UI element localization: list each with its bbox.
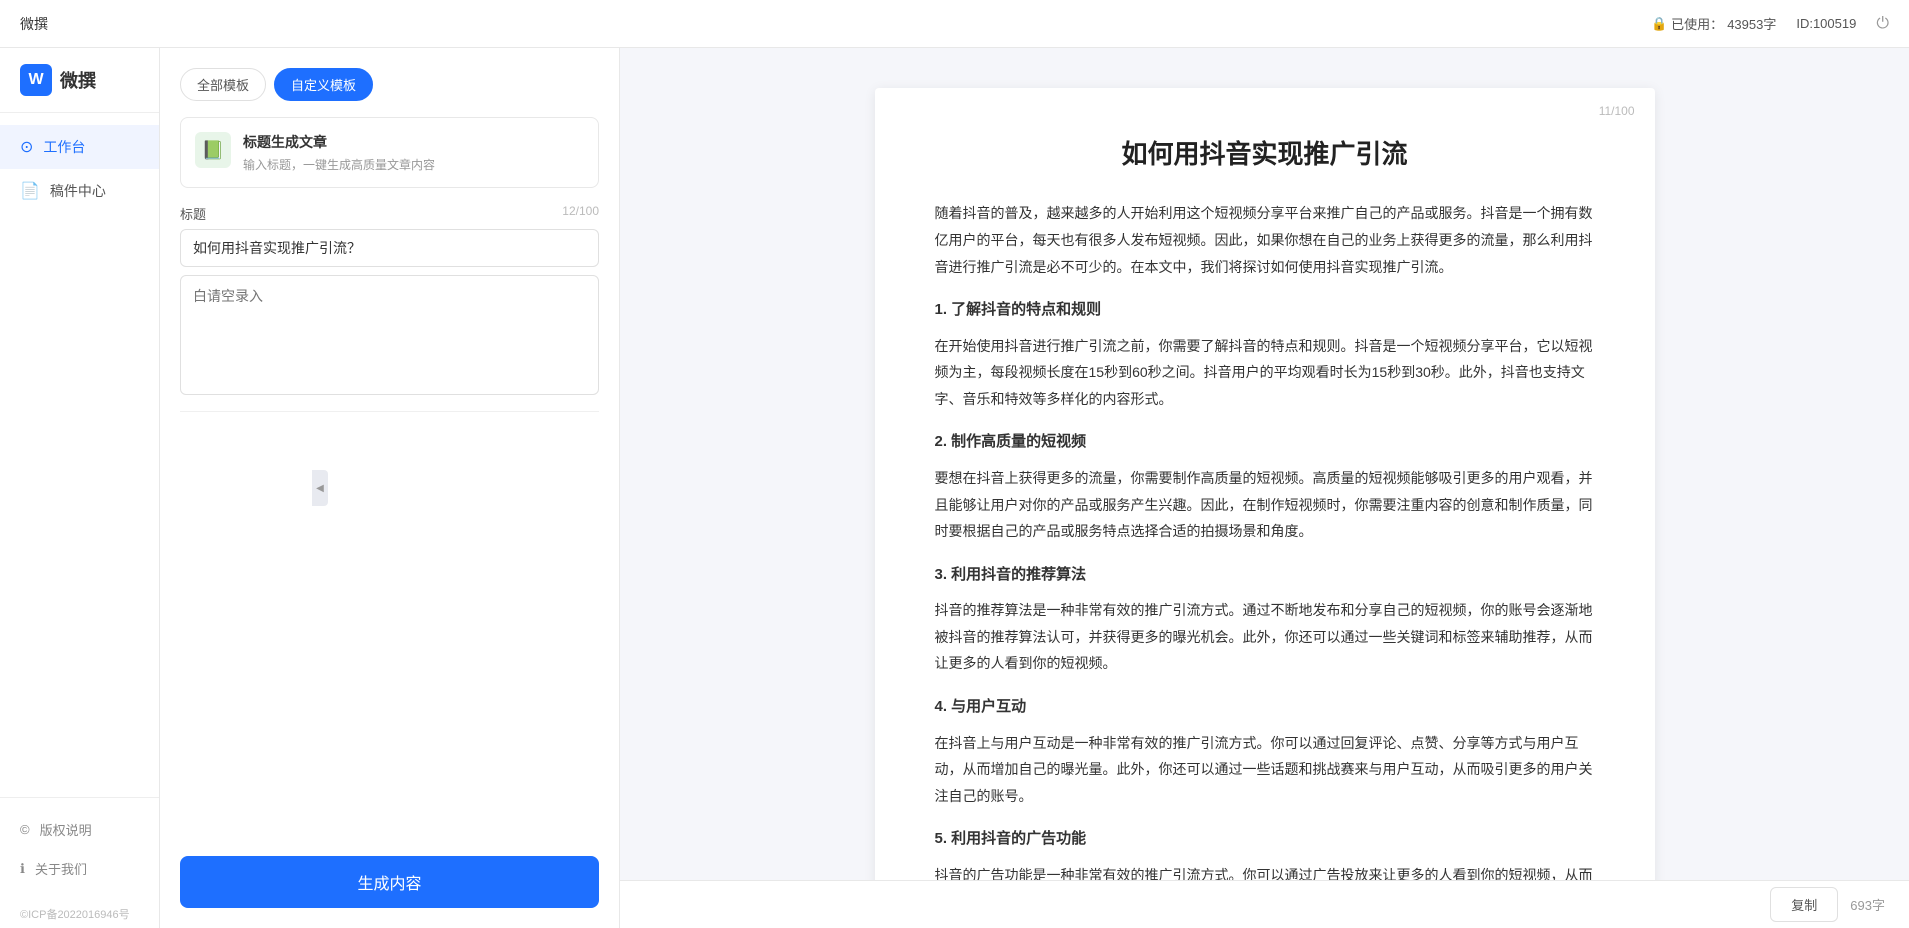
content-textarea[interactable] — [180, 275, 599, 395]
icp-text: ©ICP备2022016946号 — [0, 900, 159, 928]
article-intro: 随着抖音的普及，越来越多的人开始利用这个短视频分享平台来推广自己的产品或服务。抖… — [935, 200, 1595, 280]
section-title-3: 3. 利用抖音的推荐算法 — [935, 561, 1595, 590]
collapse-button[interactable]: ◀ — [312, 470, 328, 506]
about-label: 关于我们 — [35, 859, 87, 878]
template-name: 标题生成文章 — [243, 132, 584, 152]
sidebar-logo: W 微撰 — [0, 48, 159, 113]
section-title-5: 5. 利用抖音的广告功能 — [935, 825, 1595, 854]
title-field-label: 标题 12/100 — [180, 204, 599, 223]
sidebar-item-copyright[interactable]: © 版权说明 — [0, 810, 159, 849]
content-area: ◀ 全部模板 自定义模板 📗 标题生成文章 输入标题，一键生成高质量文章内容 标… — [160, 48, 1909, 928]
article-para-3: 抖音的推荐算法是一种非常有效的推广引流方式。通过不断地发布和分享自己的短视频，你… — [935, 597, 1595, 677]
sidebar-footer: © 版权说明 ℹ 关于我们 — [0, 797, 159, 900]
article-body: 随着抖音的普及，越来越多的人开始利用这个短视频分享平台来推广自己的产品或服务。抖… — [935, 200, 1595, 880]
id-info: ID:100519 — [1796, 16, 1856, 31]
usage-count: 43953字 — [1727, 14, 1776, 33]
copy-button[interactable]: 复制 — [1770, 887, 1838, 922]
sidebar-nav: ⊙ 工作台 📄 稿件中心 — [0, 113, 159, 225]
divider — [180, 411, 599, 412]
sidebar-item-label-workbench: 工作台 — [43, 137, 85, 157]
sidebar-item-about[interactable]: ℹ 关于我们 — [0, 849, 159, 888]
lock-icon: 🔒 — [1651, 16, 1667, 32]
sidebar-item-drafts[interactable]: 📄 稿件中心 — [0, 169, 159, 213]
power-icon[interactable]: ⏻ — [1876, 15, 1889, 33]
article-page: 11/100 如何用抖音实现推广引流 随着抖音的普及，越来越多的人开始利用这个短… — [875, 88, 1655, 880]
copyright-label: 版权说明 — [40, 820, 92, 839]
generate-button[interactable]: 生成内容 — [180, 856, 599, 908]
article-para-5: 抖音的广告功能是一种非常有效的推广引流方式。你可以通过广告投放来让更多的人看到你… — [935, 862, 1595, 880]
sidebar-item-label-drafts: 稿件中心 — [50, 181, 106, 201]
main-layout: W 微撰 ⊙ 工作台 📄 稿件中心 © 版权说明 — [0, 48, 1909, 928]
topbar: 微撰 🔒 已使用： 43953字 ID:100519 ⏻ — [0, 0, 1909, 48]
usage-info: 🔒 已使用： 43953字 — [1651, 14, 1776, 33]
workbench-icon: ⊙ — [20, 137, 33, 157]
title-char-count: 12/100 — [562, 204, 599, 223]
topbar-title: 微撰 — [20, 14, 48, 34]
article-para-1: 在开始使用抖音进行推广引流之前，你需要了解抖音的特点和规则。抖音是一个短视频分享… — [935, 333, 1595, 413]
article-container: 11/100 如何用抖音实现推广引流 随着抖音的普及，越来越多的人开始利用这个短… — [620, 48, 1909, 880]
article-para-2: 要想在抖音上获得更多的流量，你需要制作高质量的短视频。高质量的短视频能够吸引更多… — [935, 465, 1595, 545]
sidebar-item-workbench[interactable]: ⊙ 工作台 — [0, 125, 159, 169]
section-title-4: 4. 与用户互动 — [935, 693, 1595, 722]
template-info: 标题生成文章 输入标题，一键生成高质量文章内容 — [243, 132, 584, 173]
left-panel: 全部模板 自定义模板 📗 标题生成文章 输入标题，一键生成高质量文章内容 标题 … — [160, 48, 620, 928]
drafts-icon: 📄 — [20, 181, 40, 201]
article-title: 如何用抖音实现推广引流 — [935, 136, 1595, 172]
right-panel: 11/100 如何用抖音实现推广引流 随着抖音的普及，越来越多的人开始利用这个短… — [620, 48, 1909, 928]
title-input[interactable] — [180, 229, 599, 267]
template-tabs: 全部模板 自定义模板 — [180, 68, 599, 101]
section-title-1: 1. 了解抖音的特点和规则 — [935, 296, 1595, 325]
logo-icon: W — [20, 64, 52, 96]
article-para-4: 在抖音上与用户互动是一种非常有效的推广引流方式。你可以通过回复评论、点赞、分享等… — [935, 730, 1595, 810]
copyright-icon: © — [20, 822, 30, 837]
template-card-title-article[interactable]: 📗 标题生成文章 输入标题，一键生成高质量文章内容 — [180, 117, 599, 188]
logo-text: 微撰 — [60, 67, 96, 93]
tab-all-templates[interactable]: 全部模板 — [180, 68, 266, 101]
about-icon: ℹ — [20, 861, 25, 877]
right-bottom-bar: 复制 693字 — [620, 880, 1909, 928]
word-count: 693字 — [1850, 895, 1885, 914]
topbar-right: 🔒 已使用： 43953字 ID:100519 ⏻ — [1651, 14, 1889, 33]
template-desc: 输入标题，一键生成高质量文章内容 — [243, 156, 584, 173]
template-icon: 📗 — [195, 132, 231, 168]
sidebar: W 微撰 ⊙ 工作台 📄 稿件中心 © 版权说明 — [0, 48, 160, 928]
page-number: 11/100 — [1599, 104, 1635, 118]
section-title-2: 2. 制作高质量的短视频 — [935, 428, 1595, 457]
usage-label: 已使用： — [1671, 14, 1723, 33]
tab-custom-templates[interactable]: 自定义模板 — [274, 68, 373, 101]
